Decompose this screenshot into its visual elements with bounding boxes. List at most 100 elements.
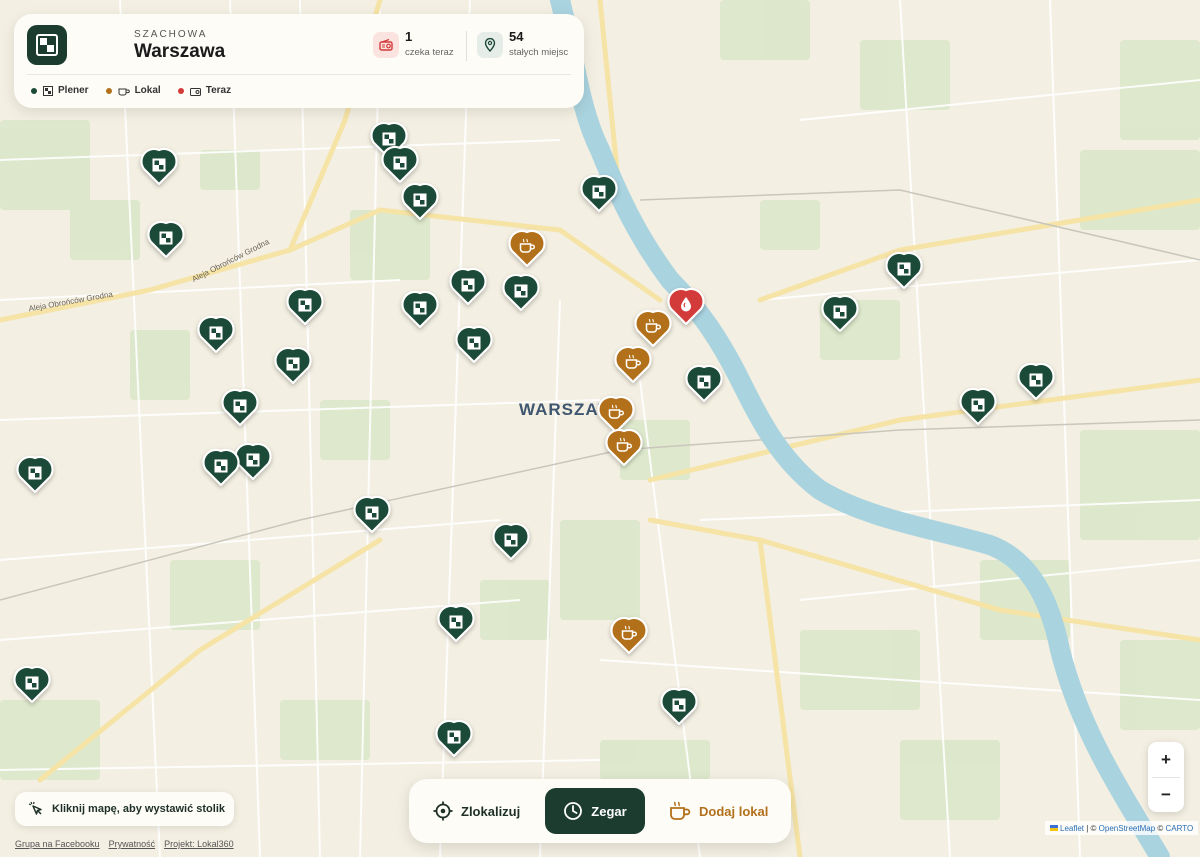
marker-plener[interactable] bbox=[434, 718, 474, 758]
marker-plener[interactable] bbox=[201, 447, 241, 487]
marker-plener[interactable] bbox=[579, 173, 619, 213]
legend-dot bbox=[177, 87, 184, 94]
marker-plener[interactable] bbox=[196, 314, 236, 354]
chessboard-icon bbox=[685, 364, 723, 403]
chessboard-icon bbox=[821, 294, 859, 333]
chessboard-icon bbox=[502, 273, 540, 312]
brand-title: Warszawa bbox=[134, 41, 226, 62]
marker-plener[interactable] bbox=[352, 494, 392, 534]
stat-places-label: stałych miejsc bbox=[509, 47, 569, 58]
chessboard-icon bbox=[455, 325, 493, 364]
footer-links: Grupa na Facebooku Prywatność Projekt: L… bbox=[15, 839, 243, 849]
attribution-separator: | © bbox=[1084, 823, 1099, 833]
cursor-click-icon bbox=[28, 801, 42, 815]
zoom-control: + − bbox=[1148, 742, 1184, 812]
marker-plener[interactable] bbox=[220, 387, 260, 427]
marker-plener[interactable] bbox=[436, 603, 476, 643]
legend-label: Plener bbox=[58, 85, 89, 96]
radio-icon bbox=[189, 86, 201, 96]
marker-plener[interactable] bbox=[884, 250, 924, 290]
legend-dot bbox=[31, 87, 37, 94]
add-venue-button[interactable]: Dodaj lokal bbox=[669, 788, 768, 834]
project-link[interactable]: Projekt: Lokal360 bbox=[164, 839, 234, 849]
marker-plener[interactable] bbox=[501, 272, 541, 312]
chessboard-icon bbox=[401, 290, 439, 329]
marker-plener[interactable] bbox=[659, 686, 699, 726]
facebook-group-link[interactable]: Grupa na Facebooku bbox=[15, 839, 100, 849]
marker-plener[interactable] bbox=[448, 266, 488, 306]
clock-icon bbox=[564, 802, 583, 820]
flame-icon bbox=[667, 287, 705, 326]
marker-plener[interactable] bbox=[146, 219, 186, 259]
chessboard-icon bbox=[43, 85, 53, 96]
locate-button[interactable]: Zlokalizuj bbox=[433, 788, 520, 834]
crosshair-icon bbox=[433, 801, 453, 821]
coffee-icon bbox=[614, 345, 652, 384]
chessboard-icon bbox=[202, 448, 240, 487]
brand-subtitle: SZACHOWA bbox=[134, 29, 208, 40]
zoom-out-button[interactable]: − bbox=[1148, 777, 1184, 812]
osm-link[interactable]: OpenStreetMap bbox=[1099, 824, 1155, 833]
header-card: SZACHOWA Warszawa 1 czeka teraz 54 stały… bbox=[14, 14, 584, 108]
carto-link[interactable]: CARTO bbox=[1166, 824, 1194, 833]
chessboard-icon bbox=[885, 251, 923, 290]
chessboard-icon bbox=[381, 145, 419, 184]
chessboard-icon bbox=[16, 455, 54, 494]
bottom-action-bar: Zlokalizuj Zegar Dodaj lokal bbox=[409, 779, 791, 843]
marker-plener[interactable] bbox=[139, 146, 179, 186]
zoom-in-button[interactable]: + bbox=[1148, 742, 1184, 777]
marker-plener[interactable] bbox=[273, 345, 313, 385]
place-table-hint[interactable]: Kliknij mapę, aby wystawić stolik bbox=[15, 792, 234, 826]
marker-lokal[interactable] bbox=[613, 344, 653, 384]
legend-dot bbox=[105, 87, 112, 94]
marker-lokal[interactable] bbox=[507, 228, 547, 268]
marker-plener[interactable] bbox=[15, 454, 55, 494]
attribution-separator: © bbox=[1155, 823, 1166, 833]
marker-plener[interactable] bbox=[684, 363, 724, 403]
chessboard-icon bbox=[13, 665, 51, 704]
coffee-icon bbox=[508, 229, 546, 268]
marker-plener[interactable] bbox=[1016, 361, 1056, 401]
legend-label: Lokal bbox=[134, 85, 161, 96]
coffee-icon bbox=[118, 86, 130, 96]
chessboard-icon bbox=[449, 267, 487, 306]
chessboard-icon bbox=[353, 495, 391, 534]
marker-plener[interactable] bbox=[820, 293, 860, 333]
clock-label: Zegar bbox=[591, 803, 627, 819]
chessboard-icon bbox=[401, 182, 439, 221]
pin-icon bbox=[477, 32, 503, 58]
chessboard-icon bbox=[140, 147, 178, 186]
marker-teraz[interactable] bbox=[666, 286, 706, 326]
marker-plener[interactable] bbox=[12, 664, 52, 704]
clock-button[interactable]: Zegar bbox=[545, 788, 645, 834]
chessboard-icon bbox=[492, 522, 530, 561]
marker-plener[interactable] bbox=[400, 289, 440, 329]
chessboard-icon bbox=[959, 387, 997, 426]
chessboard-icon bbox=[274, 346, 312, 385]
coffee-icon bbox=[605, 428, 643, 467]
privacy-link[interactable]: Prywatność bbox=[109, 839, 156, 849]
chessboard-icon bbox=[286, 287, 324, 326]
marker-plener[interactable] bbox=[491, 521, 531, 561]
chessboard-icon bbox=[437, 604, 475, 643]
marker-plener[interactable] bbox=[380, 144, 420, 184]
marker-lokal[interactable] bbox=[609, 615, 649, 655]
marker-plener[interactable] bbox=[958, 386, 998, 426]
leaflet-link[interactable]: Leaflet bbox=[1060, 824, 1084, 833]
chessboard-icon bbox=[221, 388, 259, 427]
marker-plener[interactable] bbox=[400, 181, 440, 221]
stat-waiting-label: czeka teraz bbox=[405, 47, 454, 58]
stat-divider bbox=[466, 31, 467, 61]
stat-waiting-value: 1 bbox=[405, 29, 413, 44]
chessboard-icon bbox=[660, 687, 698, 726]
chessboard-icon bbox=[580, 174, 618, 213]
locate-label: Zlokalizuj bbox=[461, 803, 521, 819]
chessboard-icon bbox=[36, 34, 58, 56]
legend: Plener Lokal Teraz bbox=[31, 85, 248, 96]
marker-plener[interactable] bbox=[285, 286, 325, 326]
chessboard-icon bbox=[1017, 362, 1055, 401]
legend-item-plener: Plener bbox=[31, 85, 89, 96]
marker-lokal[interactable] bbox=[604, 427, 644, 467]
header-divider bbox=[27, 74, 571, 75]
marker-plener[interactable] bbox=[454, 324, 494, 364]
